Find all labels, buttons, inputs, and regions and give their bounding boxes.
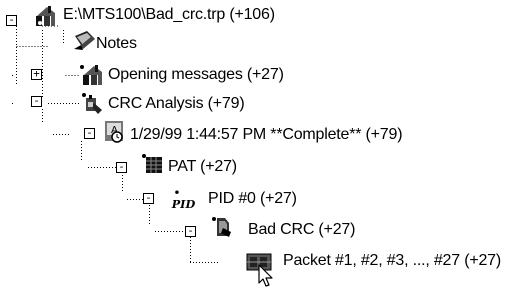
- node-label-root[interactable]: E:\MTS100\Bad_crc.trp (+106): [63, 6, 275, 24]
- collapse-toggle-analysis-run[interactable]: -: [84, 127, 95, 139]
- node-label-notes[interactable]: Notes: [96, 35, 137, 53]
- node-label-pat[interactable]: PAT (+27): [168, 158, 237, 176]
- node-label-packets[interactable]: Packet #1, #2, #3, ..., #27 (+27): [283, 252, 501, 270]
- analysis-icon: [82, 93, 102, 114]
- collapse-toggle-root[interactable]: -: [6, 14, 17, 26]
- bad-crc-icon: [212, 217, 231, 237]
- pid-icon: PID: [171, 190, 196, 211]
- tree-view[interactable]: - E:\MTS100\Bad_crc.trp (+106) Notes + O…: [0, 0, 527, 293]
- mouse-pointer-icon: [258, 264, 273, 287]
- analysis-run-icon: A: [105, 121, 123, 143]
- pat-table-icon: [142, 154, 162, 173]
- collapse-toggle-bad-crc[interactable]: -: [185, 225, 196, 237]
- svg-text:PID: PID: [171, 197, 196, 211]
- collapse-toggle-pat[interactable]: -: [116, 161, 127, 173]
- node-label-bad-crc[interactable]: Bad CRC (+27): [248, 221, 355, 239]
- messages-icon: [80, 65, 102, 85]
- node-label-pid[interactable]: PID #0 (+27): [208, 190, 297, 208]
- node-label-opening-messages[interactable]: Opening messages (+27): [108, 66, 284, 84]
- collapse-toggle-pid[interactable]: -: [143, 192, 154, 204]
- node-label-analysis-run[interactable]: 1/29/99 1:44:57 PM **Complete** (+79): [130, 126, 403, 144]
- node-label-crc-analysis[interactable]: CRC Analysis (+79): [108, 95, 245, 113]
- collapse-toggle-crc-analysis[interactable]: -: [31, 95, 42, 107]
- notes-icon: [74, 31, 95, 50]
- expand-toggle-opening-messages[interactable]: +: [31, 68, 42, 80]
- capture-file-icon: [36, 6, 55, 26]
